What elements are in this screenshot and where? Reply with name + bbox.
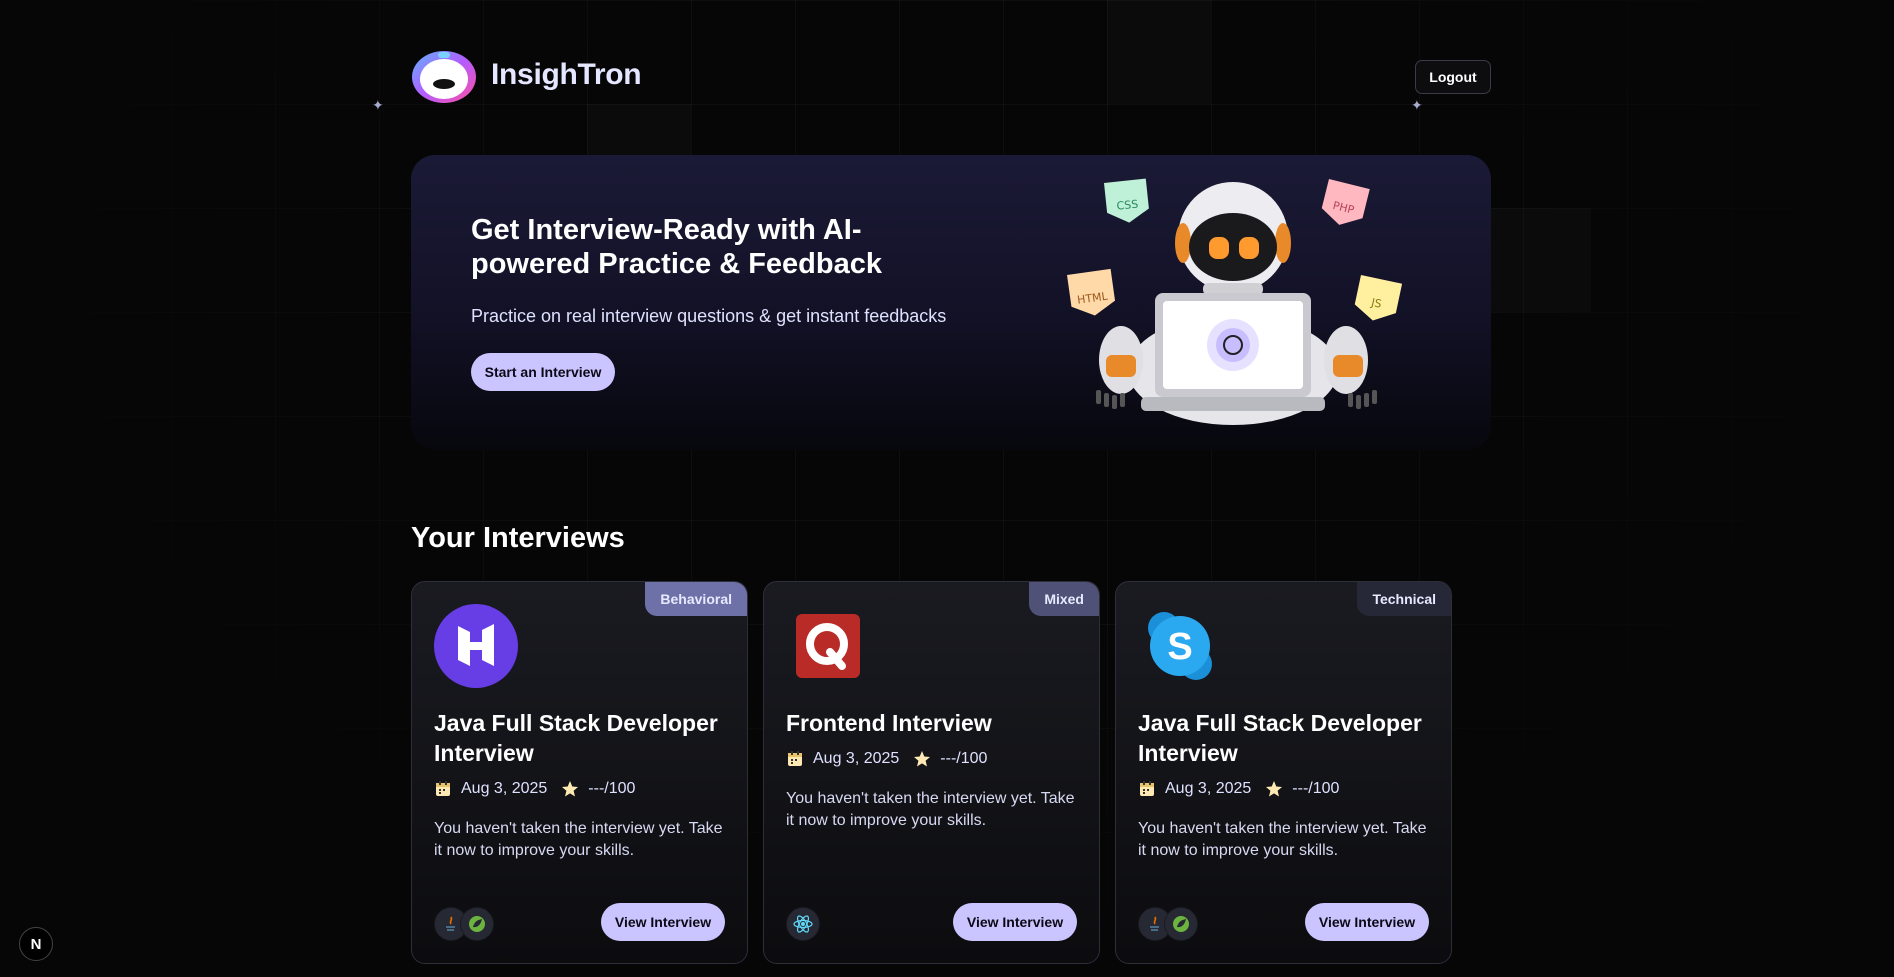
interview-title: Java Full Stack Developer Interview [1138,710,1422,766]
skype-icon: S [1148,612,1212,680]
svg-text:S: S [1167,626,1192,668]
hero-title: Get Interview-Ready with AI-powered Prac… [471,214,882,280]
interview-meta: Aug 3, 2025 ---/100 [434,780,635,798]
star-icon [562,781,579,797]
interview-description: You haven't taken the interview yet. Tak… [1138,820,1427,859]
interview-description: You haven't taken the interview yet. Tak… [434,820,723,859]
spring-icon [460,907,494,941]
calendar-icon [788,751,802,766]
view-interview-button[interactable]: View Interview [601,903,725,941]
interview-type-badge: Mixed [1029,582,1099,616]
interview-score: ---/100 [1292,780,1340,797]
view-interview-button[interactable]: View Interview [953,903,1077,941]
tag-css: CSS [1116,198,1139,213]
header: InsighTron Logout [411,50,1491,104]
interview-title: Java Full Stack Developer Interview [434,710,718,766]
interview-description: You haven't taken the interview yet. Tak… [786,790,1075,829]
brand-name: InsighTron [491,58,642,91]
calendar-icon [1140,781,1154,796]
interview-date: Aug 3, 2025 [1165,780,1252,797]
nextjs-dev-indicator-icon[interactable]: N [19,927,53,961]
logout-button[interactable]: Logout [1415,60,1491,94]
interview-score: ---/100 [588,780,636,797]
brand-logo-icon[interactable] [411,50,477,104]
hostinger-icon [434,604,518,688]
hero-subtitle: Practice on real interview questions & g… [471,306,947,326]
calendar-icon [436,781,450,796]
star-icon [914,751,931,767]
quora-icon [796,614,860,678]
robot-illustration: CSS PHP HTML JS [1067,178,1403,425]
tech-stack [1138,907,1198,941]
interview-type-badge: Behavioral [645,582,747,616]
tech-stack [434,907,494,941]
section-title: Your Interviews [411,522,625,554]
start-interview-button[interactable]: Start an Interview [471,353,615,391]
interview-card: Mixed Frontend Interview Aug 3, 2025 ---… [763,581,1100,964]
react-icon [786,907,820,941]
interview-date: Aug 3, 2025 [461,780,548,797]
view-interview-button[interactable]: View Interview [1305,903,1429,941]
interview-meta: Aug 3, 2025 ---/100 [786,750,987,768]
tech-stack [786,907,820,941]
interview-title: Frontend Interview [786,710,992,736]
interview-type-badge: Technical [1357,582,1451,616]
interview-meta: Aug 3, 2025 ---/100 [1138,780,1339,798]
background-glow [587,104,691,156]
hero-banner: Get Interview-Ready with AI-powered Prac… [411,155,1491,450]
interview-score: ---/100 [940,750,988,767]
star-icon [1266,781,1283,797]
interview-card: Technical S Java Full Stack Developer In… [1115,581,1452,964]
sparkle-icon: ✦ [372,97,384,113]
background-glow [1487,208,1591,312]
interview-card: Behavioral Java Full Stack Developer Int… [411,581,748,964]
spring-icon [1164,907,1198,941]
interview-date: Aug 3, 2025 [813,750,900,767]
